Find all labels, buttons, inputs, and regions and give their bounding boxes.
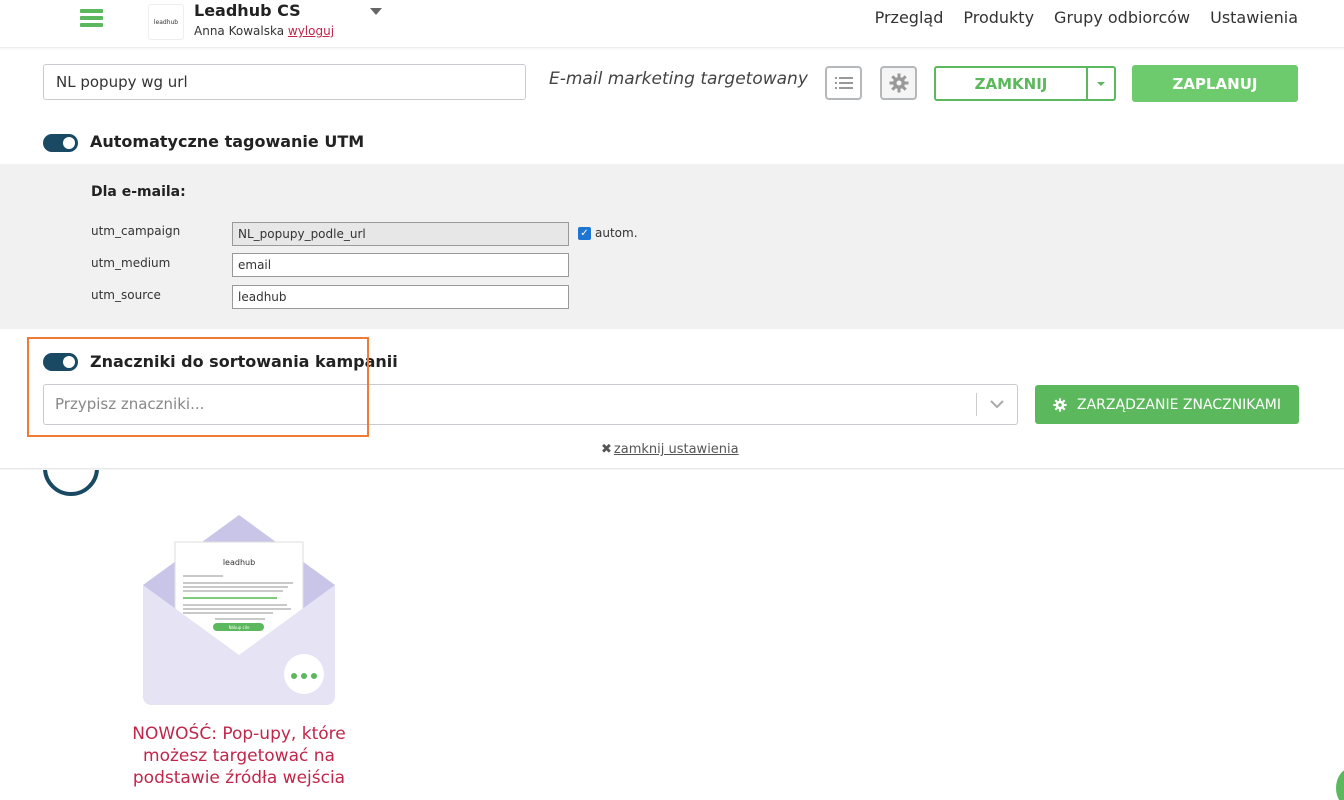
utm-source-input[interactable]: leadhub <box>232 285 569 309</box>
envelope-button-text: Nákup cíle <box>229 625 250 630</box>
utm-medium-input[interactable]: email <box>232 253 569 277</box>
caret-down-icon <box>1097 81 1105 86</box>
nav-item-products[interactable]: Produkty <box>963 8 1034 27</box>
campaign-name-input[interactable]: NL popupy wg url <box>43 64 526 100</box>
auto-checkbox[interactable]: ✓ <box>578 227 591 240</box>
tags-toggle[interactable] <box>43 353 78 371</box>
step-number: 2 <box>62 450 78 475</box>
manage-tags-label: ZARZĄDZANIE ZNACZNIKAMI <box>1077 396 1281 413</box>
utm-campaign-label: utm_campaign <box>91 224 181 238</box>
utm-panel: Dla e-maila: utm_campaign NL_popupy_podl… <box>0 164 1344 329</box>
close-button-group: ZAMKNIJ <box>934 66 1116 101</box>
campaign-type-label: E-mail marketing targetowany <box>549 69 808 89</box>
envelope-logo: leadhub <box>223 558 255 567</box>
hamburger-icon[interactable] <box>80 9 103 28</box>
envelope-illustration[interactable]: leadhub Nákup cíle <box>143 515 335 705</box>
promo-link[interactable]: NOWOŚĆ: Pop-upy, które możesz targetować… <box>130 723 348 789</box>
close-dropdown-toggle[interactable] <box>1088 68 1114 99</box>
utm-campaign-input[interactable]: NL_popupy_podle_url <box>232 222 569 246</box>
list-icon <box>834 77 853 89</box>
close-settings-link[interactable]: ✖ zamknij ustawienia <box>601 442 739 457</box>
main-nav: Przegląd Produkty Grupy odbiorców Ustawi… <box>875 8 1298 27</box>
tags-separator <box>976 393 977 416</box>
step-title: ... treść e-maila: <box>113 450 292 475</box>
caret-down-icon[interactable] <box>370 8 382 15</box>
utm-heading: Dla e-maila: <box>91 184 186 200</box>
nav-item-audiences[interactable]: Grupy odbiorców <box>1054 8 1190 27</box>
gear-icon <box>1053 397 1067 412</box>
settings-button[interactable] <box>880 66 917 100</box>
logout-link[interactable]: wyloguj <box>288 24 334 38</box>
tags-section-title: Znaczniki do sortowania kampanii <box>90 352 398 371</box>
nav-item-overview[interactable]: Przegląd <box>875 8 944 27</box>
manage-tags-button[interactable]: ZARZĄDZANIE ZNACZNIKAMI <box>1035 385 1299 424</box>
utm-toggle[interactable] <box>43 134 78 152</box>
chat-widget-button[interactable] <box>1336 768 1344 800</box>
chevron-down-icon[interactable] <box>989 396 1005 412</box>
close-x-icon: ✖ <box>601 442 612 457</box>
account-logo: leadhub <box>148 4 184 40</box>
top-navigation-bar: leadhub Leadhub CS Anna Kowalska wyloguj… <box>0 0 1344 48</box>
utm-source-label: utm_source <box>91 288 161 302</box>
gear-icon <box>889 73 908 93</box>
close-button[interactable]: ZAMKNIJ <box>936 68 1088 99</box>
utm-section-title: Automatyczne tagowanie UTM <box>90 132 365 151</box>
nav-item-settings[interactable]: Ustawienia <box>1210 8 1298 27</box>
settings-panel-edge <box>0 468 1344 470</box>
tags-placeholder: Przypisz znaczniki... <box>55 395 205 413</box>
utm-medium-label: utm_medium <box>91 256 171 270</box>
auto-checkbox-label: autom. <box>595 226 638 240</box>
user-line: Anna Kowalska wyloguj <box>194 24 334 38</box>
tags-select[interactable]: Przypisz znaczniki... <box>43 384 1018 425</box>
user-name: Anna Kowalska <box>194 24 285 38</box>
schedule-button[interactable]: ZAPLANUJ <box>1132 65 1298 102</box>
account-name[interactable]: Leadhub CS <box>194 1 301 20</box>
list-view-button[interactable] <box>825 66 862 100</box>
close-settings-label: zamknij ustawienia <box>613 442 739 457</box>
